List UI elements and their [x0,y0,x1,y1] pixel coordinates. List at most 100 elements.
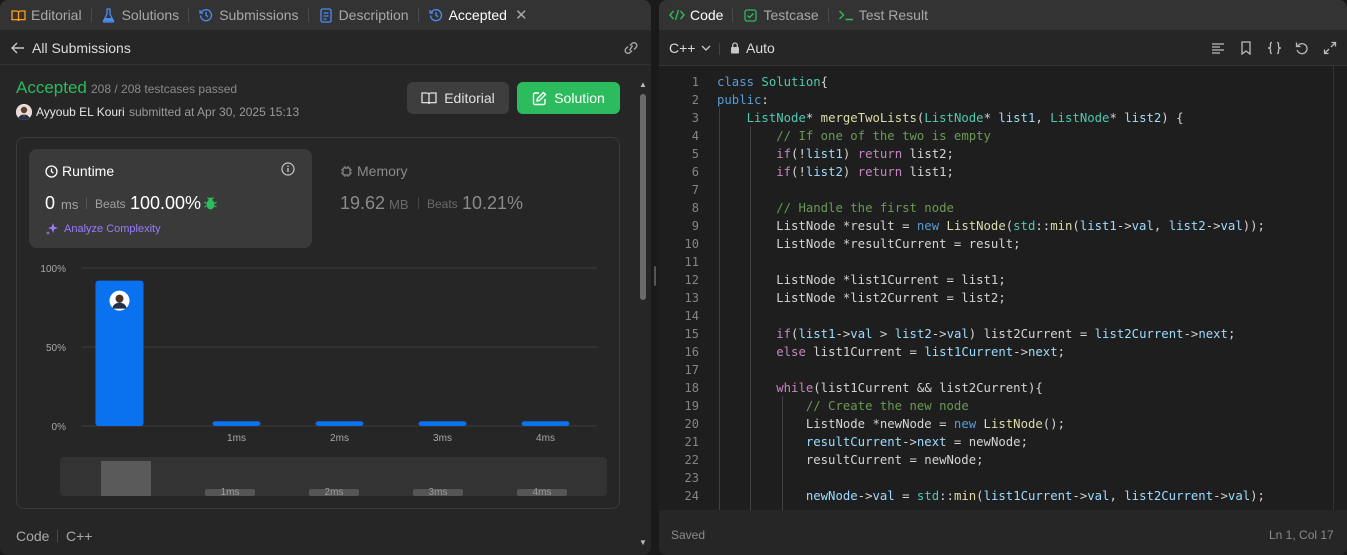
flask-icon [101,7,117,23]
code-token: val [1131,219,1154,233]
tab-solutions[interactable]: Solutions [101,0,179,30]
memory-label[interactable]: Memory [340,163,408,179]
line-number: 7 [691,183,699,197]
code-line[interactable]: ListNode *list2Current = list2; [717,289,1006,307]
code-line[interactable]: ListNode *resultCurrent = result; [717,235,1020,253]
code-line[interactable]: while(list1Current && list2Current){ [717,379,1043,397]
panel-resizer[interactable] [651,0,659,555]
tab-testcase[interactable]: Testcase [742,0,819,30]
code-token: public [717,93,762,107]
code-line[interactable]: ListNode *newNode = new ListNode(); [717,415,1065,433]
code-line[interactable]: if(!list2) return list1; [717,163,954,181]
info-icon[interactable] [281,162,295,176]
arrow-left-icon[interactable] [10,40,26,56]
reset-icon[interactable] [1295,41,1309,55]
code-token: if [776,327,792,341]
book-icon [10,7,26,23]
solution-button[interactable]: Solution [517,82,620,114]
document-icon [318,7,334,23]
code-token: list2 [1168,219,1206,233]
left-scrollbar[interactable]: ▲ ▼ [638,80,648,550]
language-select-value: C++ [669,40,696,56]
tab-label: Test Result [858,7,928,23]
author-name[interactable]: Ayyoub EL Kouri [36,105,125,119]
editorial-button[interactable]: Editorial [407,82,509,114]
code-line[interactable]: ListNode* mergeTwoLists(ListNode* list1,… [717,109,1184,127]
lock-icon [731,42,739,54]
code-line[interactable]: public: [717,91,769,109]
tab-description[interactable]: Description [318,0,409,30]
runtime-label: Runtime [45,163,114,179]
resize-grip[interactable] [654,266,656,286]
code-token: val [1227,489,1251,503]
all-submissions-link[interactable]: All Submissions [32,40,131,56]
code-token: ListNode *newNode = [717,417,954,431]
code-token: return [857,147,903,161]
accepted-status: Accepted [16,78,87,97]
code-line[interactable]: if(!list1) return list2; [717,145,954,163]
code-token: * [983,111,999,125]
code-line[interactable]: if(list1->val > list2->val) list2Current… [717,325,1235,343]
code-token: min [1050,219,1073,233]
code-token: ListNode [983,417,1043,431]
line-number: 19 [684,399,699,413]
analyze-complexity-link[interactable]: Analyze Complexity [45,222,161,236]
tab-divider [417,8,419,22]
auto-mode[interactable]: Auto [730,40,775,56]
format-icon[interactable] [1211,41,1225,55]
code-token: Solution [761,75,821,89]
link-icon[interactable] [622,40,640,56]
code-line[interactable]: ListNode *result = new ListNode (std::min… [717,217,1265,235]
tab-submissions[interactable]: Submissions [198,0,299,30]
code-token: ; [1227,327,1236,341]
chart-range-selector[interactable]: 1ms 2ms 3ms 4ms [60,457,607,496]
code-token: mergeTwoLists [820,111,917,125]
bookmark-icon[interactable] [1239,41,1253,56]
line-number: 23 [684,471,699,485]
code-token: -> [1013,345,1028,359]
code-token: ListNode [1050,111,1110,125]
editor-scrollbar[interactable] [1333,66,1341,510]
scroll-up-icon[interactable]: ▲ [639,80,647,89]
cursor-position: Ln 1, Col 17 [1269,528,1334,542]
mini-chart: 1ms 2ms 3ms 4ms [101,461,567,496]
code-editor[interactable]: 1 class Solution{2 public: 3 ListNode* merg… [659,65,1347,510]
editorial-button-label: Editorial [444,90,495,106]
code-token: -> [1213,489,1228,503]
avatar[interactable] [16,104,32,120]
tab-test-result[interactable]: Test Result [838,0,928,30]
expand-icon[interactable] [1323,41,1337,55]
code-line[interactable]: else list1Current = list1Current->next; [717,343,1065,361]
code-line[interactable]: // If one of the two is empty [717,127,991,145]
tab-accepted[interactable]: Accepted ✕ [428,0,528,30]
code-token: new [916,219,947,233]
tab-code[interactable]: Code [669,0,723,30]
line-number: 8 [691,201,699,215]
language-select[interactable]: C++ [669,40,711,56]
code-line[interactable]: // Create the new node [717,397,969,415]
code-token: :: [1035,219,1051,233]
code-line[interactable]: resultCurrent = newNode; [717,451,984,469]
history-icon [428,7,444,23]
code-line[interactable]: newNode->val = std::min(list1Current->va… [717,487,1265,505]
code-token: list1Current [924,345,1014,359]
runtime-beats-value: 100.00% [130,193,202,213]
code-line[interactable]: resultCurrent->next = newNode; [717,433,1028,451]
code-token: ; [1057,345,1066,359]
code-token: resultCurrent [805,435,903,449]
code-line[interactable]: // Handle the first node [717,199,954,217]
scroll-down-icon[interactable]: ▼ [639,538,647,547]
scrollbar-thumb[interactable] [640,94,646,300]
braces-icon[interactable] [1267,41,1282,55]
code-line[interactable]: ListNode *list1Current = list1; [717,271,1006,289]
code-token: else [776,345,806,359]
line-number: 20 [684,417,699,431]
avatar [109,290,130,311]
code-line[interactable]: class Solution{ [717,73,828,91]
divider [418,197,419,209]
close-icon[interactable]: ✕ [515,6,528,24]
book-icon [421,92,437,105]
tab-editorial[interactable]: Editorial [10,0,82,30]
code-token: resultCurrent = newNode; [717,453,984,467]
